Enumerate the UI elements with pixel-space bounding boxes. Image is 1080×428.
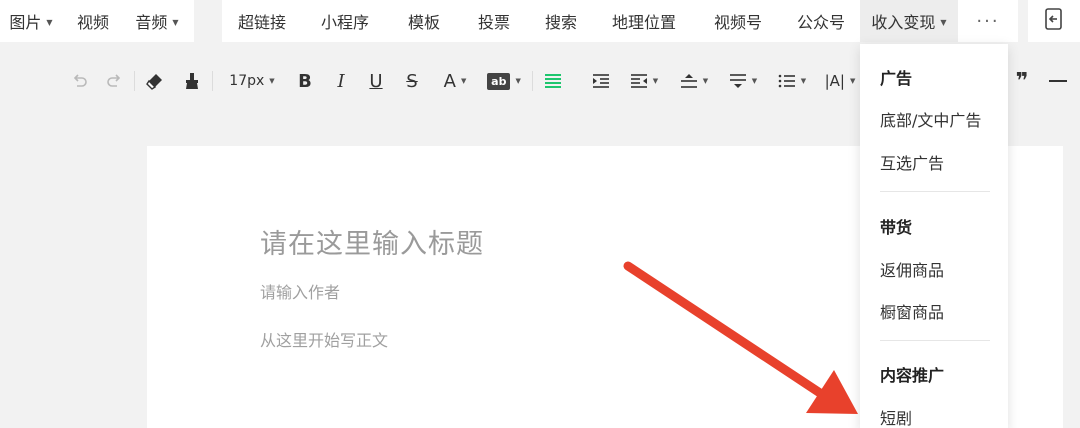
section-divider — [880, 191, 990, 192]
section-divider — [880, 340, 990, 341]
paragraph-spacing-icon — [680, 74, 697, 88]
toolbar-divider — [212, 71, 213, 91]
menu-audio[interactable]: 音频 ▼ — [124, 0, 190, 42]
font-size-select[interactable]: 17px ▼ — [222, 68, 282, 94]
more-icon: ··· — [976, 10, 1000, 32]
undo-icon[interactable] — [68, 68, 92, 94]
toolbar-divider — [134, 71, 135, 91]
eraser-icon[interactable] — [143, 68, 167, 94]
section-header-ads: 广告 — [880, 69, 913, 88]
letter-spacing-button[interactable]: |A| ▼ — [820, 68, 860, 94]
strikethrough-button[interactable]: S — [401, 68, 423, 94]
collapse-panel-icon[interactable] — [1043, 7, 1065, 35]
outdent-button[interactable]: ▼ — [626, 68, 662, 94]
insert-menu-group: 超链接 小程序 模板 投票 搜索 地理位置 视频号 公众号 收入变现 ▼ ··· — [222, 0, 1018, 42]
menu-monetization[interactable]: 收入变现 ▼ — [860, 0, 958, 42]
chevron-down-icon: ▼ — [702, 77, 709, 85]
format-painter-icon[interactable] — [180, 68, 204, 94]
chevron-down-icon: ▼ — [515, 77, 521, 85]
letter-spacing-icon: |A| — [824, 72, 845, 90]
chevron-down-icon: ▼ — [460, 77, 467, 85]
line-height-button[interactable]: ▼ — [725, 68, 761, 94]
strikethrough-icon: S — [406, 70, 418, 92]
chevron-down-icon: ▼ — [652, 77, 659, 85]
menu-vote[interactable]: 投票 — [460, 0, 528, 42]
menu-item-short-drama[interactable]: 短剧 — [880, 405, 912, 428]
toolbar-divider — [532, 71, 533, 91]
horizontal-rule-icon — [1049, 80, 1067, 82]
title-input[interactable]: 请在这里输入标题 — [260, 222, 484, 261]
quote-icon: ❞ — [1015, 68, 1029, 94]
highlight-button[interactable]: ab ▼ — [484, 68, 524, 94]
side-panel-group — [1028, 0, 1080, 42]
highlight-icon: ab — [487, 72, 511, 90]
section-header-commerce: 带货 — [880, 218, 913, 237]
underline-button[interactable]: U — [365, 68, 387, 94]
line-height-icon — [729, 74, 746, 88]
menu-location[interactable]: 地理位置 — [594, 0, 694, 42]
chevron-down-icon: ▼ — [849, 77, 856, 85]
menu-image[interactable]: 图片 ▼ — [0, 0, 62, 42]
menu-item-showcase-products[interactable]: 橱窗商品 — [880, 299, 944, 323]
redo-icon[interactable] — [102, 68, 126, 94]
menu-official-account[interactable]: 公众号 — [782, 0, 860, 42]
underline-icon: U — [369, 70, 383, 92]
menu-search[interactable]: 搜索 — [528, 0, 594, 42]
chevron-down-icon: ▼ — [800, 77, 807, 85]
insert-menubar: 图片 ▼ 视频 音频 ▼ 超链接 小程序 模板 投票 搜索 地理位置 视频号 公众号… — [0, 0, 1080, 44]
bold-button[interactable]: B — [294, 68, 316, 94]
chevron-down-icon: ▼ — [751, 77, 758, 85]
chevron-down-icon: ▼ — [269, 77, 275, 85]
paragraph-spacing-button[interactable]: ▼ — [676, 68, 712, 94]
menu-more[interactable]: ··· — [958, 0, 1018, 42]
align-justify-icon[interactable] — [540, 68, 566, 94]
list-icon — [778, 74, 795, 88]
indent-icon[interactable] — [588, 68, 614, 94]
menu-mini-program[interactable]: 小程序 — [302, 0, 388, 42]
media-menu-group: 图片 ▼ 视频 音频 ▼ — [0, 0, 194, 42]
chevron-down-icon: ▼ — [940, 17, 947, 27]
body-editor[interactable]: 从这里开始写正文 — [260, 327, 388, 351]
menu-template[interactable]: 模板 — [388, 0, 460, 42]
chevron-down-icon: ▼ — [46, 17, 53, 27]
author-input[interactable]: 请输入作者 — [260, 279, 340, 303]
outdent-icon — [630, 74, 647, 88]
italic-button[interactable]: I — [330, 68, 352, 94]
menu-hyperlink[interactable]: 超链接 — [222, 0, 302, 42]
bold-icon: B — [298, 70, 312, 92]
font-color-button[interactable]: A ▼ — [438, 68, 472, 94]
section-header-content-promotion: 内容推广 — [880, 366, 945, 385]
menu-channels[interactable]: 视频号 — [694, 0, 782, 42]
menu-item-mutual-select-ads[interactable]: 互选广告 — [880, 150, 944, 174]
chevron-down-icon: ▼ — [172, 17, 179, 27]
monetization-dropdown: 广告 底部/文中广告 互选广告 带货 返佣商品 橱窗商品 内容推广 短剧 — [860, 44, 1008, 428]
menu-video[interactable]: 视频 — [62, 0, 124, 42]
quote-button[interactable]: ❞ — [1010, 68, 1034, 94]
menu-item-bottom-inline-ads[interactable]: 底部/文中广告 — [880, 107, 981, 131]
list-button[interactable]: ▼ — [774, 68, 810, 94]
font-color-icon: A — [443, 70, 456, 92]
menu-item-commission-products[interactable]: 返佣商品 — [880, 257, 944, 281]
horizontal-rule-button[interactable] — [1046, 68, 1070, 94]
italic-icon: I — [337, 70, 345, 92]
